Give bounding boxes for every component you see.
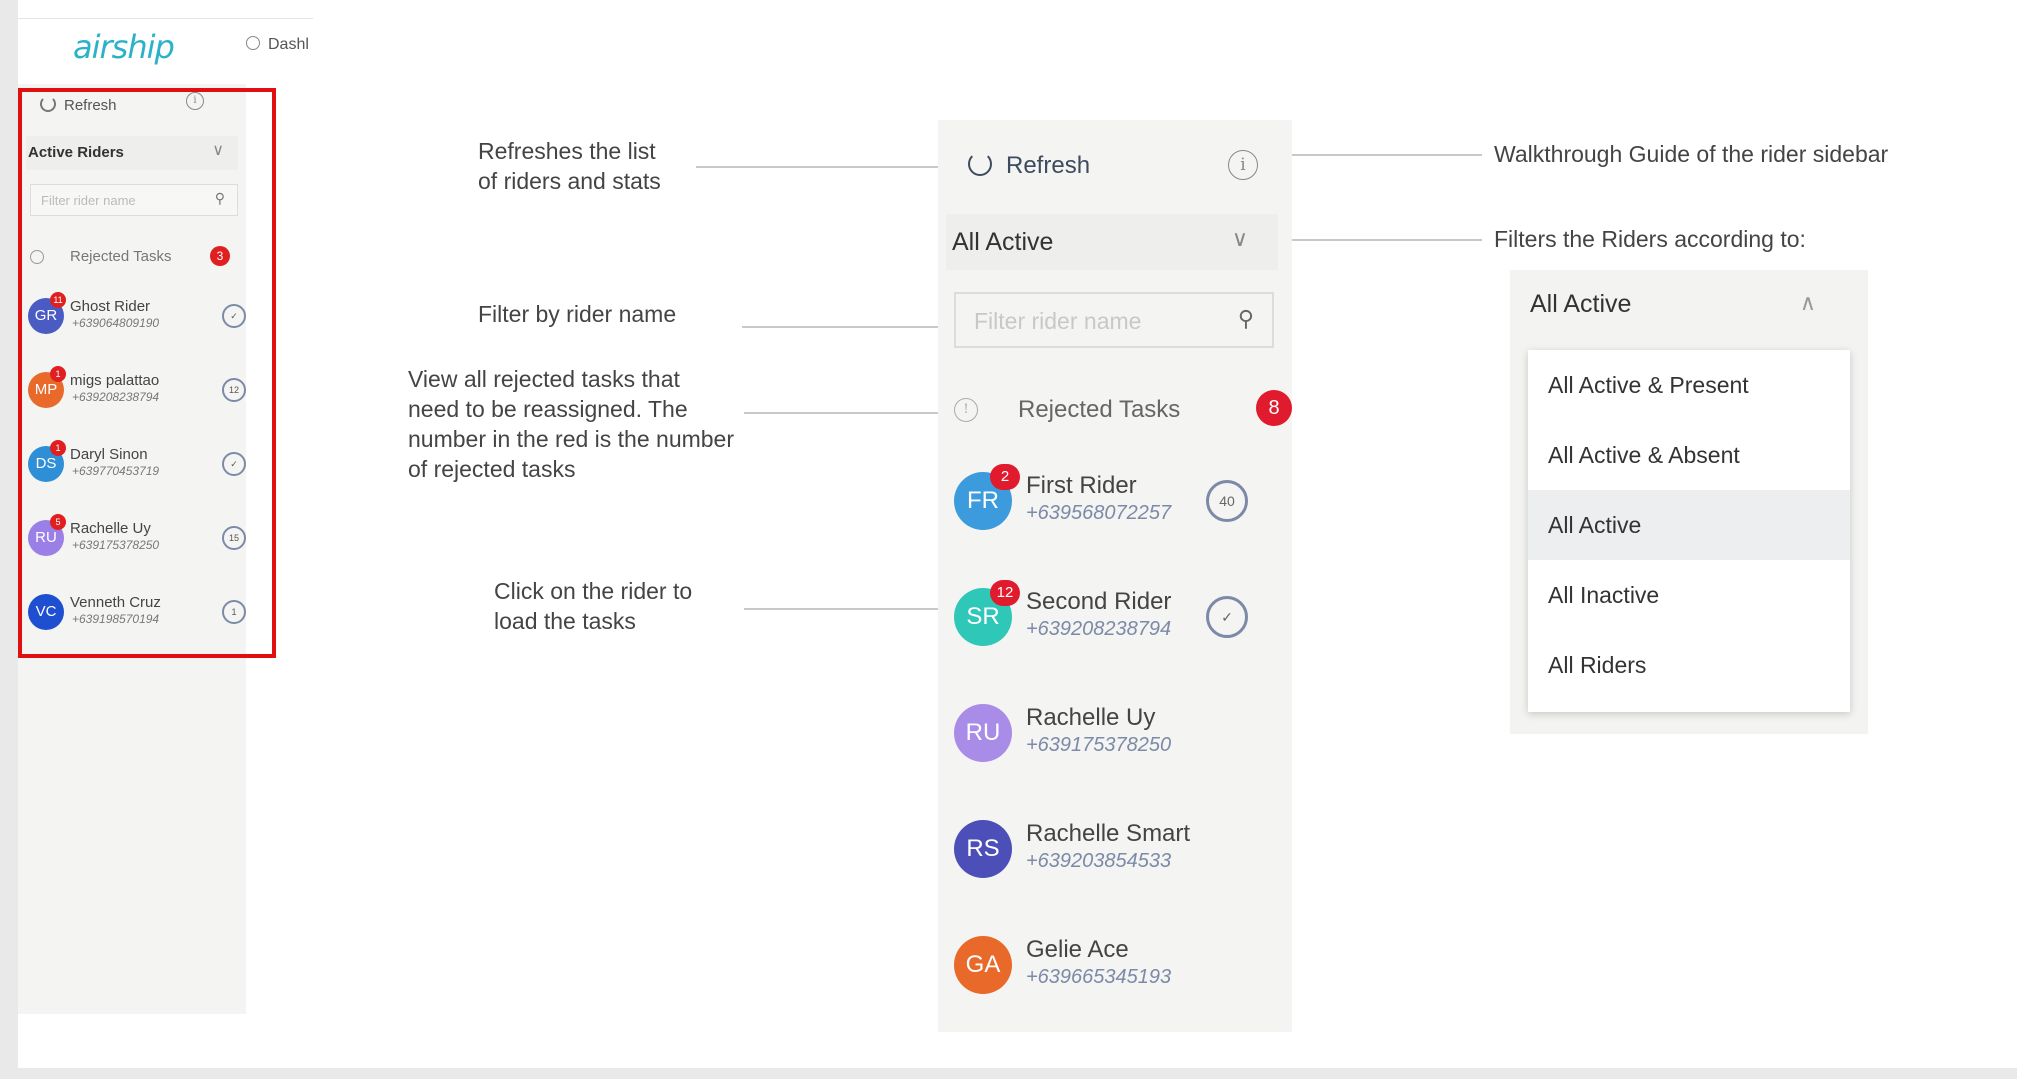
search-icon: ⚲ <box>1237 306 1254 331</box>
filter-dropdown-select[interactable]: All Active ∧ <box>1526 278 1852 330</box>
rider-phone: +639665345193 <box>1026 966 1172 988</box>
rejected-tasks-item[interactable]: ! Rejected Tasks 8 <box>954 390 1292 430</box>
rider-phone: +639568072257 <box>1026 502 1172 524</box>
dropdown-option-label: All Active & Present <box>1548 372 1749 398</box>
rider-item[interactable]: RS Rachelle Smart +639203854533 <box>954 814 1274 884</box>
rider-name: Rachelle Uy <box>1026 704 1156 731</box>
avatar: GA <box>954 936 1012 994</box>
chevron-up-icon: ∧ <box>1799 290 1816 315</box>
annotation-rejected-line: View all rejected tasks that <box>408 366 680 392</box>
clock-icon <box>246 36 260 50</box>
rider-badge: 12 <box>990 580 1020 606</box>
dashboard-nav-link[interactable]: Dashl <box>246 36 309 54</box>
dropdown-option-label: All Riders <box>1548 652 1647 678</box>
filter-dropdown-demo: All Active ∧ All Active & Present All Acti… <box>1510 270 1868 734</box>
annotation-rejected-line: of rejected tasks <box>408 456 576 482</box>
leader-line <box>744 412 962 414</box>
annotation-refresh: Refreshes the list of riders and stats <box>478 136 661 196</box>
dropdown-option[interactable]: All Inactive <box>1528 560 1850 630</box>
annotation-filters: Filters the Riders according to: <box>1494 226 1806 252</box>
annotation-click-line: load the tasks <box>494 608 636 634</box>
rider-item[interactable]: SR 12 Second Rider +639208238794 ✓ <box>954 580 1274 652</box>
app-top-border <box>18 0 313 19</box>
dropdown-value: All Active <box>1530 290 1632 318</box>
dropdown-option[interactable]: All Riders <box>1528 630 1850 700</box>
filter-placeholder: Filter rider name <box>974 308 1142 334</box>
walkthrough-info-icon[interactable]: i <box>1228 150 1258 180</box>
annotation-rejected: View all rejected tasks that need to be … <box>408 364 734 484</box>
task-progress-icon: ✓ <box>1206 596 1248 638</box>
rider-filter-select[interactable]: All Active ∨ <box>946 214 1278 270</box>
refresh-button[interactable]: Refresh <box>968 152 1090 180</box>
refresh-icon <box>968 152 992 176</box>
rider-sidebar-enlarged: Refresh i All Active ∨ Filter rider name ⚲… <box>938 120 1292 1032</box>
select-value: All Active <box>952 228 1054 256</box>
annotation-refresh-line: Refreshes the list <box>478 138 656 164</box>
airship-logo[interactable]: airship <box>73 28 175 66</box>
refresh-label: Refresh <box>1006 152 1091 179</box>
rider-item[interactable]: GA Gelie Ace +639665345193 <box>954 930 1274 1000</box>
doc-canvas: airship Dashl Refresh i Active Riders ∨ F… <box>18 0 2017 1068</box>
rider-name: Rachelle Smart <box>1026 820 1191 847</box>
highlight-box <box>18 88 276 658</box>
dropdown-option-label: All Active & Absent <box>1548 442 1740 468</box>
leader-line <box>742 326 960 328</box>
dropdown-option-label: All Inactive <box>1548 582 1660 608</box>
chevron-down-icon: ∨ <box>1231 226 1248 251</box>
leader-line <box>744 608 960 610</box>
annotation-click-rider: Click on the rider to load the tasks <box>494 576 692 636</box>
leader-line <box>1280 239 1482 241</box>
leader-line <box>1260 154 1482 156</box>
dashboard-nav-label: Dashl <box>268 36 309 53</box>
rider-item[interactable]: FR 2 First Rider +639568072257 40 <box>954 464 1274 536</box>
dropdown-option[interactable]: All Active & Present <box>1528 350 1850 420</box>
dropdown-option-label: All Active <box>1548 512 1642 538</box>
dropdown-option[interactable]: All Active & Absent <box>1528 420 1850 490</box>
rider-name: Gelie Ace <box>1026 936 1129 963</box>
alert-icon: ! <box>954 398 978 422</box>
avatar: RU <box>954 704 1012 762</box>
rider-badge: 2 <box>990 464 1020 490</box>
annotation-filter-name: Filter by rider name <box>478 301 677 327</box>
rejected-label: Rejected Tasks <box>1018 396 1181 423</box>
annotation-click-line: Click on the rider to <box>494 578 693 604</box>
rider-item[interactable]: RU Rachelle Uy +639175378250 <box>954 698 1274 768</box>
dropdown-option[interactable]: All Active <box>1528 490 1850 560</box>
leader-line <box>696 166 968 168</box>
rejected-count-badge: 8 <box>1256 390 1292 426</box>
annotation-rejected-line: need to be reassigned. The <box>408 396 688 422</box>
filter-rider-input[interactable]: Filter rider name ⚲ <box>954 292 1274 348</box>
rider-name: Second Rider <box>1026 588 1172 615</box>
dropdown-menu: All Active & Present All Active & Absent A… <box>1528 350 1850 712</box>
rider-name: First Rider <box>1026 472 1137 499</box>
task-progress-icon: 40 <box>1206 480 1248 522</box>
rider-phone: +639175378250 <box>1026 734 1172 756</box>
avatar: RS <box>954 820 1012 878</box>
annotation-walkthrough: Walkthrough Guide of the rider sidebar <box>1494 141 1889 167</box>
annotation-refresh-line: of riders and stats <box>478 168 661 194</box>
rider-phone: +639208238794 <box>1026 618 1172 640</box>
rider-phone: +639203854533 <box>1026 850 1172 872</box>
annotation-rejected-line: number in the red is the number <box>408 426 735 452</box>
